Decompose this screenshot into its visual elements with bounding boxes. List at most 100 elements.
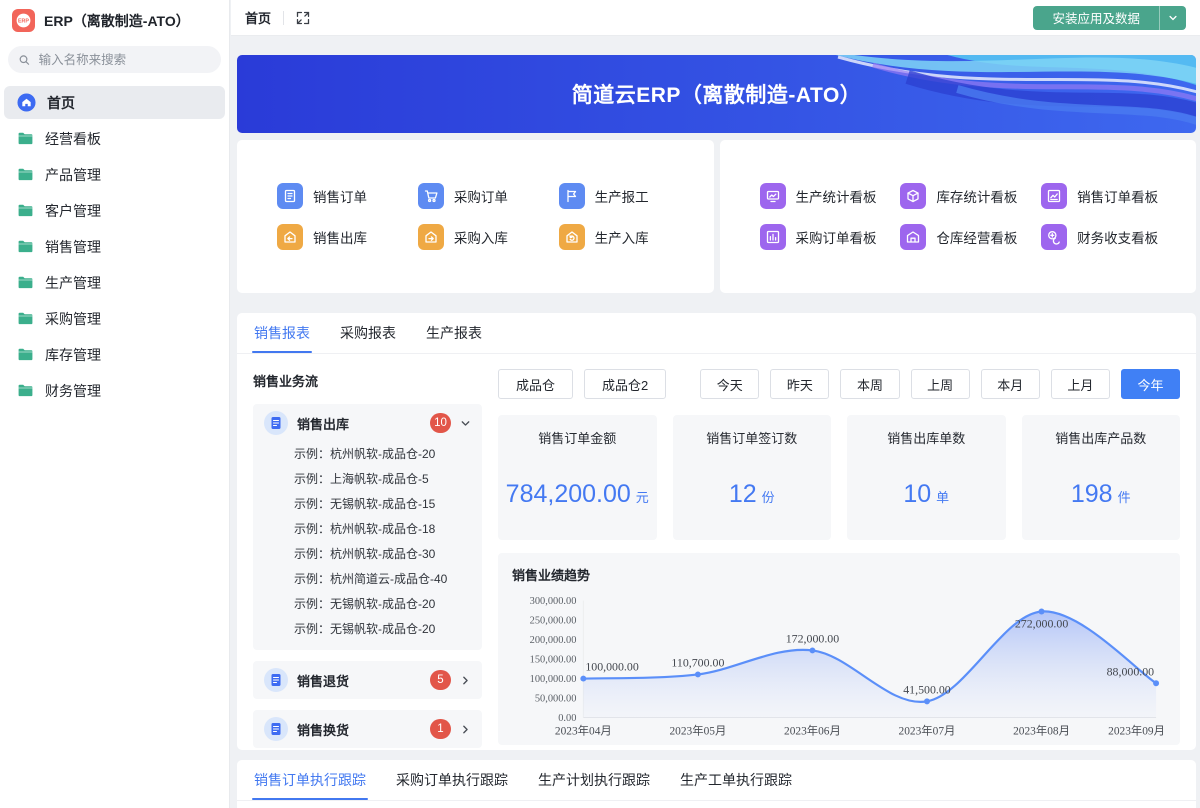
flow-list-item[interactable]: 示例：杭州简道云-成品仓-40 xyxy=(253,567,482,592)
sidebar: ERP ERP（离散制造-ATO） 首页 经营看板产品管理客户管理销售管理生产管… xyxy=(0,0,230,808)
period-filter-5[interactable]: 上月 xyxy=(1050,369,1110,399)
flow-list-item[interactable]: 示例：杭州帆软-成品仓-20 xyxy=(253,442,482,467)
topbar-tab-home[interactable]: 首页 xyxy=(245,8,271,27)
period-filter-3[interactable]: 上周 xyxy=(910,369,970,399)
main-content: 简道云ERP（离散制造-ATO） 销售订单 采购订单 生产报工销售出库 采购入库 生产入… xyxy=(231,36,1200,808)
sidebar-item-5[interactable]: 采购管理 xyxy=(4,302,225,335)
warehouse-filter-group: 成品仓 成品仓2 xyxy=(498,369,677,399)
quick-link-flag[interactable]: 生产报工 xyxy=(558,183,700,209)
tab-report-1[interactable]: 采购报表 xyxy=(340,313,396,353)
quick-link-cart[interactable]: 采购订单 xyxy=(417,183,559,209)
cart-icon xyxy=(417,183,444,209)
warehouse-filter-0[interactable]: 成品仓 xyxy=(498,369,574,399)
flow-list-item[interactable]: 示例：无锡帆软-成品仓-20 xyxy=(253,617,482,642)
quick-link-outbound[interactable]: 销售出库 xyxy=(277,224,418,250)
flow-group-chevron[interactable] xyxy=(460,724,471,735)
stat-value-row: 10 单 xyxy=(847,480,1006,509)
sidebar-item-label: 生产管理 xyxy=(45,274,101,291)
y-tick-label: 300,000.00 xyxy=(530,596,577,607)
data-point[interactable] xyxy=(1038,608,1045,615)
sidebar-item-4[interactable]: 生产管理 xyxy=(4,266,225,299)
sidebar-item-2[interactable]: 客户管理 xyxy=(4,194,225,227)
quick-link-coins[interactable]: 财务收支看板 xyxy=(1041,224,1182,250)
tab-report-0[interactable]: 销售报表 xyxy=(252,313,312,353)
stat-label: 销售出库产品数 xyxy=(1055,431,1147,446)
tab-tracking-1[interactable]: 采购订单执行跟踪 xyxy=(396,760,508,800)
folder-icon xyxy=(18,276,33,289)
chart-title: 销售业绩趋势 xyxy=(512,568,591,583)
flow-group-chevron[interactable] xyxy=(460,418,471,429)
quick-link-doc[interactable]: 销售订单 xyxy=(277,183,418,209)
search-input[interactable] xyxy=(36,51,211,68)
data-point-label: 172,000.00 xyxy=(786,632,839,646)
banner-title: 简道云ERP（离散制造-ATO） xyxy=(571,84,862,107)
data-point[interactable] xyxy=(694,671,701,678)
sidebar-item-6[interactable]: 库存管理 xyxy=(4,338,225,371)
sidebar-item-0[interactable]: 经营看板 xyxy=(4,122,225,155)
flow-group-header[interactable]: 销售出库 10 xyxy=(253,404,482,442)
install-app-button[interactable]: 安装应用及数据 xyxy=(1033,5,1186,30)
y-tick-label: 150,000.00 xyxy=(530,655,577,666)
quick-link-line-chart[interactable]: 销售订单看板 xyxy=(1041,183,1182,209)
sidebar-item-1[interactable]: 产品管理 xyxy=(4,158,225,191)
flow-group-chevron[interactable] xyxy=(460,675,471,686)
flow-group-header[interactable]: 销售换货 1 xyxy=(253,710,482,748)
quick-link-label: 库存统计看板 xyxy=(936,190,1018,205)
tracking-tabs: 销售订单执行跟踪 采购订单执行跟踪 生产计划执行跟踪 生产工单执行跟踪 xyxy=(237,760,1196,801)
quick-link-monitor[interactable]: 生产统计看板 xyxy=(759,183,901,209)
flow-group-header[interactable]: 销售退货 5 xyxy=(253,661,482,699)
period-filter-4[interactable]: 本月 xyxy=(980,369,1040,399)
flow-list-item[interactable]: 示例：无锡帆软-成品仓-15 xyxy=(253,492,482,517)
period-filter-2[interactable]: 本周 xyxy=(840,369,900,399)
data-point[interactable] xyxy=(924,698,930,705)
period-filter-6[interactable]: 今年 xyxy=(1120,369,1181,399)
data-point-label: 100,000.00 xyxy=(585,660,639,674)
install-button-label: 安装应用及数据 xyxy=(1052,12,1140,26)
flag-icon xyxy=(558,183,585,209)
stat-label: 销售出库单数 xyxy=(887,431,966,446)
stats-row: 销售订单金额 784,200.00 元销售订单签订数 12 份销售出库单数 10 单销售出库… xyxy=(498,415,1180,540)
folder-icon xyxy=(18,168,33,181)
period-filter-0[interactable]: 今天 xyxy=(700,369,760,399)
app-logo-row: ERP ERP（离散制造-ATO） xyxy=(0,0,229,39)
stat-unit: 件 xyxy=(1117,490,1131,505)
data-point[interactable] xyxy=(580,675,587,682)
data-point[interactable] xyxy=(809,647,816,654)
flow-group-label: 销售换货 xyxy=(297,722,350,738)
expand-icon[interactable] xyxy=(296,11,310,25)
quick-link-warehouse[interactable]: 仓库经营看板 xyxy=(900,224,1041,250)
tab-tracking-2[interactable]: 生产计划执行跟踪 xyxy=(538,760,650,800)
y-tick-label: 250,000.00 xyxy=(530,616,577,627)
tab-tracking-0[interactable]: 销售订单执行跟踪 xyxy=(252,760,368,800)
x-tick-label: 2023年08月 xyxy=(1013,723,1070,737)
flow-list-item[interactable]: 示例：杭州帆软-成品仓-18 xyxy=(253,517,482,542)
flow-list-item[interactable]: 示例：无锡帆软-成品仓-20 xyxy=(253,592,482,617)
quick-links-dashboards-card: 生产统计看板 库存统计看板 销售订单看板采购订单看板 仓库经营看板 财务收支看板 xyxy=(719,140,1196,293)
quick-link-bar-chart[interactable]: 采购订单看板 xyxy=(759,224,901,250)
stat-unit: 元 xyxy=(635,490,649,505)
quick-link-label: 生产入库 xyxy=(594,231,649,246)
tab-tracking-3[interactable]: 生产工单执行跟踪 xyxy=(680,760,792,800)
box-icon xyxy=(900,183,927,209)
sidebar-item-7[interactable]: 财务管理 xyxy=(4,374,225,407)
folder-icon xyxy=(18,384,33,397)
hero-banner: 简道云ERP（离散制造-ATO） xyxy=(237,55,1196,133)
quick-link-production-in[interactable]: 生产入库 xyxy=(558,224,700,250)
folder-icon xyxy=(18,348,33,361)
flow-list-item[interactable]: 示例：杭州帆软-成品仓-30 xyxy=(253,542,482,567)
warehouse-filter-1[interactable]: 成品仓2 xyxy=(584,369,667,399)
sidebar-item-home[interactable]: 首页 xyxy=(4,86,225,119)
trend-chart-card: 销售业绩趋势 0.00 50,000.00 100,000.00 150,000.00… xyxy=(498,553,1180,745)
sidebar-item-label: 销售管理 xyxy=(45,238,101,255)
monitor-icon xyxy=(759,183,786,209)
quick-link-box[interactable]: 库存统计看板 xyxy=(900,183,1041,209)
install-dropdown-caret[interactable] xyxy=(1159,5,1186,30)
tab-report-2[interactable]: 生产报表 xyxy=(426,313,482,353)
data-point[interactable] xyxy=(1153,680,1160,687)
quick-link-inbound[interactable]: 采购入库 xyxy=(417,224,559,250)
quick-link-label: 采购订单看板 xyxy=(795,231,877,246)
flow-list-item[interactable]: 示例：上海帆软-成品仓-5 xyxy=(253,467,482,492)
sidebar-item-3[interactable]: 销售管理 xyxy=(4,230,225,263)
period-filter-1[interactable]: 昨天 xyxy=(770,369,830,399)
sidebar-search[interactable] xyxy=(8,46,221,73)
